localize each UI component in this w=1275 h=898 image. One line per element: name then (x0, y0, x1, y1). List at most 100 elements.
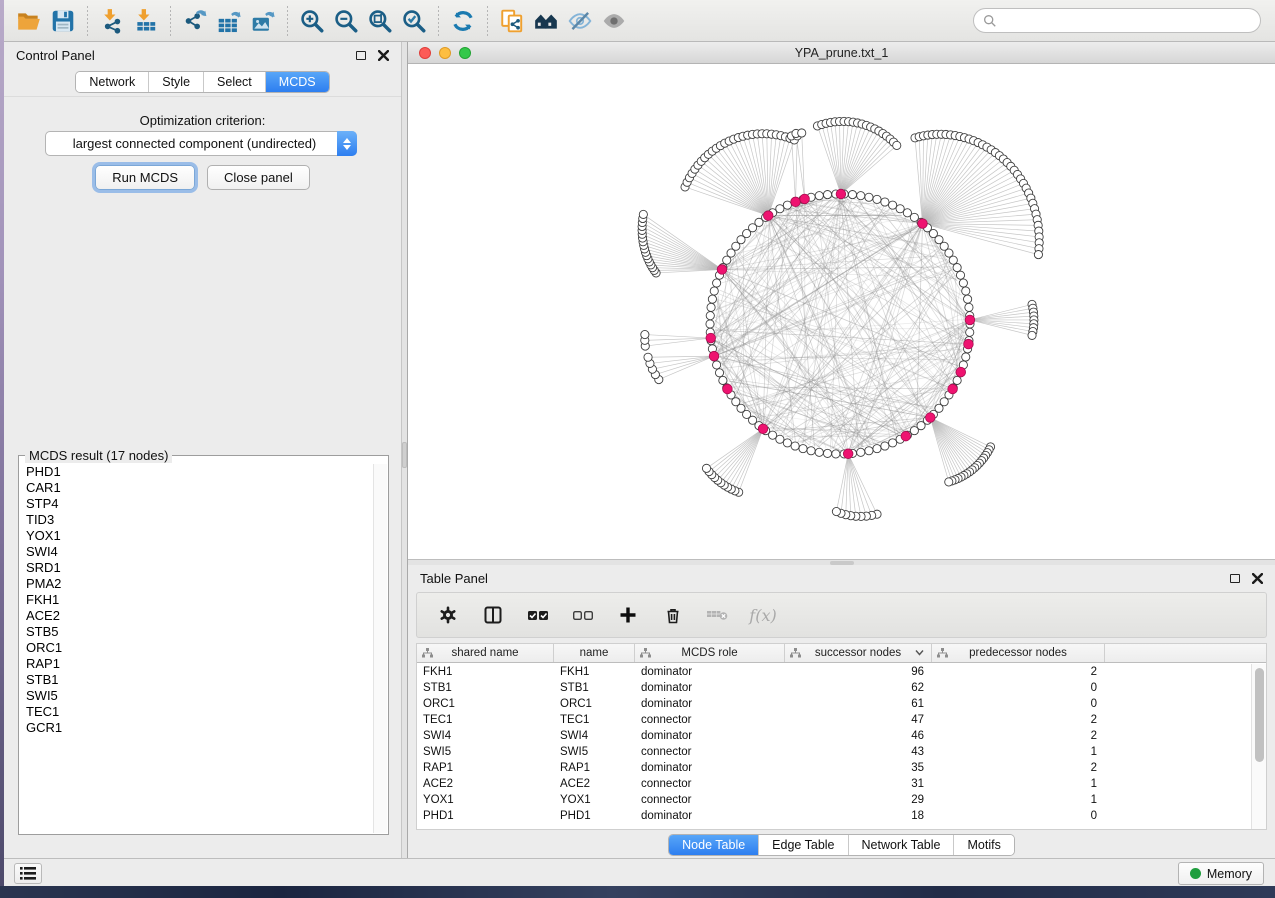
graph-node[interactable] (953, 263, 961, 271)
mcds-list-item[interactable]: TEC1 (20, 704, 373, 720)
graph-hub-node[interactable] (709, 351, 719, 361)
cell-shared-name[interactable]: TEC1 (417, 712, 554, 728)
graph-node[interactable] (896, 205, 904, 213)
graph-node[interactable] (715, 369, 723, 377)
graph-node[interactable] (769, 431, 777, 439)
graph-node[interactable] (959, 279, 967, 287)
cell-MCDS-role[interactable]: dominator (635, 728, 785, 744)
cell-shared-name[interactable]: STB1 (417, 680, 554, 696)
memory-button[interactable]: Memory (1178, 862, 1264, 885)
cell-predecessor-nodes[interactable]: 2 (932, 712, 1105, 728)
network-canvas[interactable] (408, 64, 1275, 559)
graph-hub-node[interactable] (926, 413, 936, 423)
cell-shared-name[interactable]: SWI4 (417, 728, 554, 744)
cell-name[interactable]: SWI5 (554, 744, 635, 760)
cell-name[interactable]: SWI4 (554, 728, 635, 744)
table-row[interactable]: FKH1FKH1dominator962 (417, 664, 1251, 680)
mcds-list-item[interactable]: STB5 (20, 624, 373, 640)
cell-predecessor-nodes[interactable]: 0 (932, 680, 1105, 696)
cell-predecessor-nodes[interactable]: 0 (932, 808, 1105, 824)
cell-predecessor-nodes[interactable]: 1 (932, 744, 1105, 760)
splitter-handle[interactable] (402, 442, 407, 468)
cell-MCDS-role[interactable]: connector (635, 744, 785, 760)
cell-name[interactable]: STB1 (554, 680, 635, 696)
zoom-fit-icon[interactable] (363, 5, 397, 37)
close-panel-icon[interactable] (378, 50, 389, 61)
column-header-successor-nodes[interactable]: successor nodes (785, 644, 932, 662)
delete-table-icon[interactable] (703, 598, 733, 632)
hide-selected-icon[interactable] (563, 5, 597, 37)
mcds-list-item[interactable]: GCR1 (20, 720, 373, 736)
delete-column-icon[interactable] (658, 598, 688, 632)
tab-select[interactable]: Select (203, 72, 265, 92)
graph-hub-node[interactable] (717, 265, 727, 275)
table-row[interactable]: ORC1ORC1dominator610 (417, 696, 1251, 712)
mcds-list-item[interactable]: ORC1 (20, 640, 373, 656)
graph-node[interactable] (708, 295, 716, 303)
graph-node[interactable] (865, 193, 873, 201)
cell-MCDS-role[interactable]: connector (635, 712, 785, 728)
mcds-list-item[interactable]: SWI4 (20, 544, 373, 560)
cell-name[interactable]: ACE2 (554, 776, 635, 792)
function-builder-icon[interactable]: f(x) (748, 598, 778, 632)
cell-MCDS-role[interactable]: dominator (635, 808, 785, 824)
column-header-name[interactable]: name (554, 644, 635, 662)
cell-shared-name[interactable]: ORC1 (417, 696, 554, 712)
graph-node[interactable] (815, 448, 823, 456)
graph-node[interactable] (965, 303, 973, 311)
graph-node[interactable] (702, 464, 710, 472)
cell-MCDS-role[interactable]: dominator (635, 664, 785, 680)
table-scrollbar[interactable] (1251, 664, 1266, 829)
graph-hub-node[interactable] (965, 315, 975, 325)
graph-node[interactable] (799, 445, 807, 453)
cell-predecessor-nodes[interactable]: 2 (932, 728, 1105, 744)
cell-shared-name[interactable]: ACE2 (417, 776, 554, 792)
scrollbar-thumb[interactable] (1255, 668, 1264, 762)
graph-node[interactable] (956, 271, 964, 279)
tab-mcds[interactable]: MCDS (265, 72, 329, 92)
cell-name[interactable]: FKH1 (554, 664, 635, 680)
graph-node[interactable] (776, 435, 784, 443)
table-row[interactable]: SWI4SWI4dominator462 (417, 728, 1251, 744)
save-session-icon[interactable] (46, 5, 80, 37)
mcds-list-item[interactable]: PMA2 (20, 576, 373, 592)
deselect-all-rows-icon[interactable] (568, 598, 598, 632)
zoom-selected-icon[interactable] (397, 5, 431, 37)
add-column-icon[interactable] (613, 598, 643, 632)
cell-successor-nodes[interactable]: 46 (785, 728, 932, 744)
cell-predecessor-nodes[interactable]: 0 (932, 696, 1105, 712)
tab-style[interactable]: Style (148, 72, 203, 92)
graph-node[interactable] (962, 287, 970, 295)
import-network-icon[interactable] (95, 5, 129, 37)
cell-successor-nodes[interactable]: 18 (785, 808, 932, 824)
cell-successor-nodes[interactable]: 47 (785, 712, 932, 728)
run-mcds-button[interactable]: Run MCDS (95, 165, 195, 190)
cell-predecessor-nodes[interactable]: 2 (932, 664, 1105, 680)
graph-node[interactable] (710, 287, 718, 295)
export-table-icon[interactable] (212, 5, 246, 37)
table-tab-node-table[interactable]: Node Table (669, 835, 758, 855)
graph-hub-node[interactable] (956, 367, 966, 377)
table-row[interactable]: STB1STB1dominator620 (417, 680, 1251, 696)
graph-node[interactable] (832, 450, 840, 458)
graph-node[interactable] (889, 201, 897, 209)
graph-node[interactable] (706, 320, 714, 328)
graph-node[interactable] (1028, 331, 1036, 339)
graph-node[interactable] (713, 279, 721, 287)
cell-shared-name[interactable]: FKH1 (417, 664, 554, 680)
refresh-layout-icon[interactable] (446, 5, 480, 37)
cell-name[interactable]: TEC1 (554, 712, 635, 728)
graph-node[interactable] (873, 195, 881, 203)
cell-predecessor-nodes[interactable]: 1 (932, 792, 1105, 808)
show-columns-icon[interactable] (478, 598, 508, 632)
cell-successor-nodes[interactable]: 29 (785, 792, 932, 808)
graph-node[interactable] (815, 192, 823, 200)
mcds-list-item[interactable]: ACE2 (20, 608, 373, 624)
graph-node[interactable] (945, 478, 953, 486)
graph-hub-node[interactable] (843, 449, 853, 459)
search-input[interactable] (997, 13, 1251, 28)
cell-MCDS-role[interactable]: connector (635, 792, 785, 808)
table-row[interactable]: SWI5SWI5connector431 (417, 744, 1251, 760)
graph-node[interactable] (873, 445, 881, 453)
mcds-list-item[interactable]: SWI5 (20, 688, 373, 704)
